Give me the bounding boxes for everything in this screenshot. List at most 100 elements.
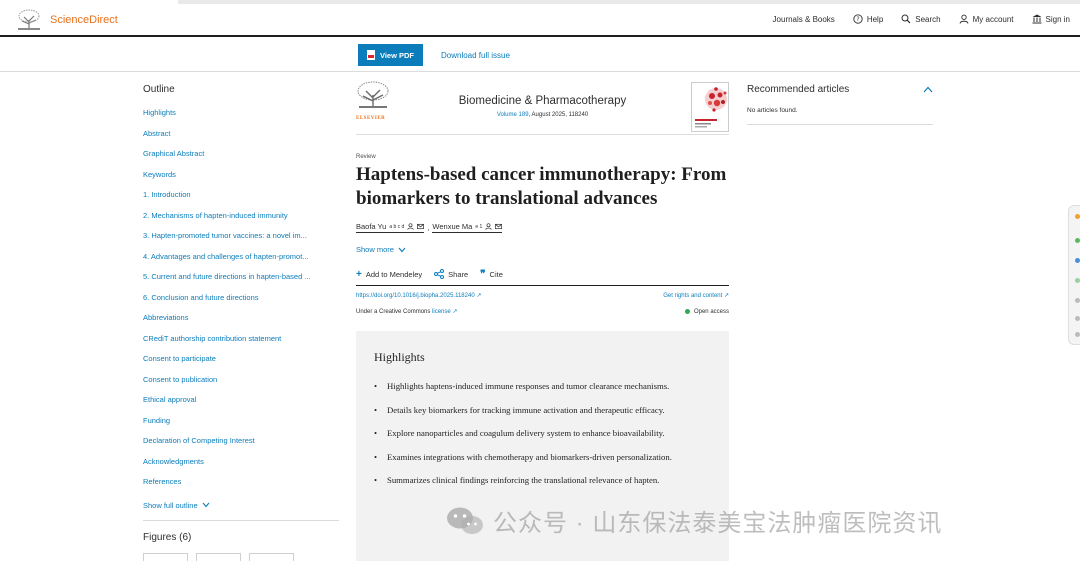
search-icon: [901, 14, 911, 24]
toolbar-app-icon[interactable]: [1075, 258, 1080, 263]
show-full-outline-label: Show full outline: [143, 500, 198, 510]
figure-thumbnails: [143, 552, 339, 561]
license-prefix: Under a Creative Commons: [356, 309, 431, 315]
author-affiliations: a b c d: [389, 223, 405, 230]
toolbar-app-icon[interactable]: [1075, 278, 1080, 283]
recommended-articles-panel: Recommended articles No articles found.: [747, 84, 933, 125]
outline-item[interactable]: 4. Advantages and challenges of hapten-p…: [143, 252, 339, 273]
nav-journals-label: Journals & Books: [772, 14, 835, 24]
highlight-item: Examines integrations with chemotherapy …: [374, 450, 711, 465]
chevron-up-icon[interactable]: [923, 86, 933, 93]
author-link[interactable]: Baofa Yu a b c d: [356, 222, 425, 233]
volume-link[interactable]: Volume 189: [497, 112, 529, 118]
outline-item[interactable]: Acknowledgments: [143, 457, 339, 478]
figure-thumbnail[interactable]: [249, 552, 294, 561]
outline-item[interactable]: Keywords: [143, 170, 339, 191]
cite-button[interactable]: ❞ Cite: [480, 269, 503, 280]
share-icon: [434, 269, 445, 279]
article-toolbar: View PDF Download full issue: [0, 39, 1080, 72]
outline-item[interactable]: Highlights: [143, 108, 339, 129]
outline-item[interactable]: 3. Hapten-promoted tumor vaccines: a nov…: [143, 231, 339, 252]
license-link[interactable]: license ↗: [432, 309, 457, 315]
article-type: Review: [356, 154, 376, 160]
outline-item[interactable]: References: [143, 477, 339, 498]
show-full-outline-button[interactable]: Show full outline: [143, 501, 339, 510]
outline-item[interactable]: 5. Current and future directions in hapt…: [143, 272, 339, 293]
show-more-label: Show more: [356, 245, 394, 254]
doi-link[interactable]: https://doi.org/10.1016/j.biopha.2025.11…: [356, 292, 481, 299]
toolbar-app-icon[interactable]: [1075, 214, 1080, 219]
view-pdf-button[interactable]: View PDF: [358, 44, 423, 66]
outline-list: Highlights Abstract Graphical Abstract K…: [143, 108, 339, 498]
article-title: Haptens-based cancer immunotherapy: From…: [356, 164, 727, 209]
plus-icon: +: [356, 268, 362, 280]
actions-divider: [356, 285, 729, 286]
toolbar-app-icon[interactable]: [1075, 298, 1080, 303]
person-icon: [407, 223, 414, 230]
nav-help[interactable]: ? Help: [853, 14, 883, 24]
person-icon: [485, 223, 492, 230]
highlight-item: Explore nanoparticles and coagulum deliv…: [374, 426, 711, 441]
nav-search[interactable]: Search: [901, 14, 941, 24]
outline-item[interactable]: 6. Conclusion and future directions: [143, 293, 339, 314]
license-text: Under a Creative Commons license ↗: [356, 308, 457, 315]
add-to-mendeley-label: Add to Mendeley: [365, 269, 423, 279]
show-more-button[interactable]: Show more: [356, 245, 729, 254]
figure-thumbnail[interactable]: [143, 552, 188, 561]
site-header: ScienceDirect Journals & Books ? Help Se…: [0, 4, 1080, 37]
nav-my-account[interactable]: My account: [959, 14, 1014, 24]
highlight-item: Highlights haptens-induced immune respon…: [374, 379, 711, 394]
highlights-title: Highlights: [374, 350, 425, 364]
author-name: Baofa Yu: [356, 222, 387, 231]
outline-item[interactable]: Consent to publication: [143, 375, 339, 396]
outline-item[interactable]: 1. Introduction: [143, 190, 339, 211]
outline-panel: Outline Highlights Abstract Graphical Ab…: [143, 84, 339, 561]
nav-sign-in[interactable]: Sign in: [1032, 14, 1070, 24]
recommended-header[interactable]: Recommended articles: [747, 84, 933, 95]
volume-details: , August 2025, 118240: [528, 112, 589, 118]
outline-item[interactable]: Graphical Abstract: [143, 149, 339, 170]
doi-row: https://doi.org/10.1016/j.biopha.2025.11…: [356, 292, 729, 299]
share-button[interactable]: Share: [434, 269, 468, 279]
sciencedirect-logo[interactable]: ScienceDirect: [16, 9, 118, 31]
figure-thumbnail[interactable]: [196, 552, 241, 561]
toolbar-app-icon[interactable]: [1075, 332, 1080, 337]
outline-item[interactable]: 2. Mechanisms of hapten-induced immunity: [143, 211, 339, 232]
nav-my-account-label: My account: [972, 14, 1014, 24]
highlight-item: Details key biomarkers for tracking immu…: [374, 403, 711, 418]
cite-label: Cite: [489, 269, 503, 279]
author-affiliations: e 1: [475, 223, 483, 230]
outline-item[interactable]: Abbreviations: [143, 313, 339, 334]
logo-text: ScienceDirect: [50, 14, 118, 26]
recommended-title: Recommended articles: [747, 84, 850, 95]
journal-title-link[interactable]: Biomedicine & Pharmacotherapy: [356, 95, 729, 107]
share-label: Share: [448, 269, 469, 279]
wechat-icon: [447, 507, 483, 534]
toolbar-app-icon[interactable]: [1075, 238, 1080, 243]
author-link[interactable]: Wenxue Ma e 1: [432, 222, 503, 233]
elsevier-tree-icon: [16, 9, 42, 31]
outline-item[interactable]: Ethical approval: [143, 395, 339, 416]
nav-sign-in-label: Sign in: [1045, 14, 1070, 24]
download-full-issue-link[interactable]: Download full issue: [441, 51, 510, 60]
nav-journals-books[interactable]: Journals & Books: [773, 14, 835, 24]
outline-item[interactable]: CRediT authorship contribution statement: [143, 334, 339, 355]
pdf-icon: [366, 50, 375, 60]
chevron-down-icon: [398, 247, 406, 252]
add-to-mendeley-button[interactable]: + Add to Mendeley: [356, 269, 422, 280]
toolbar-app-icon[interactable]: [1075, 316, 1080, 321]
chevron-down-icon: [202, 502, 210, 508]
journal-cover-image[interactable]: [691, 82, 729, 132]
article-main: ELSEVIER Biomedicine & Pharmacotherapy V…: [356, 78, 729, 561]
highlight-item: Summarizes clinical findings reinforcing…: [374, 473, 711, 488]
rights-link[interactable]: Get rights and content ↗: [663, 292, 729, 299]
watermark-text: 公众号 · 山东保法泰美宝法肿瘤医院资讯: [493, 510, 943, 537]
outline-item[interactable]: Declaration of Competing Interest: [143, 436, 339, 457]
floating-side-toolbar[interactable]: [1068, 205, 1080, 345]
outline-item[interactable]: Abstract: [143, 129, 339, 150]
outline-title: Outline: [143, 84, 175, 95]
outline-item[interactable]: Consent to participate: [143, 354, 339, 375]
open-access-label: Open access: [693, 308, 729, 315]
article-actions: + Add to Mendeley Share ❞ Cite: [356, 267, 729, 281]
outline-item[interactable]: Funding: [143, 416, 339, 437]
